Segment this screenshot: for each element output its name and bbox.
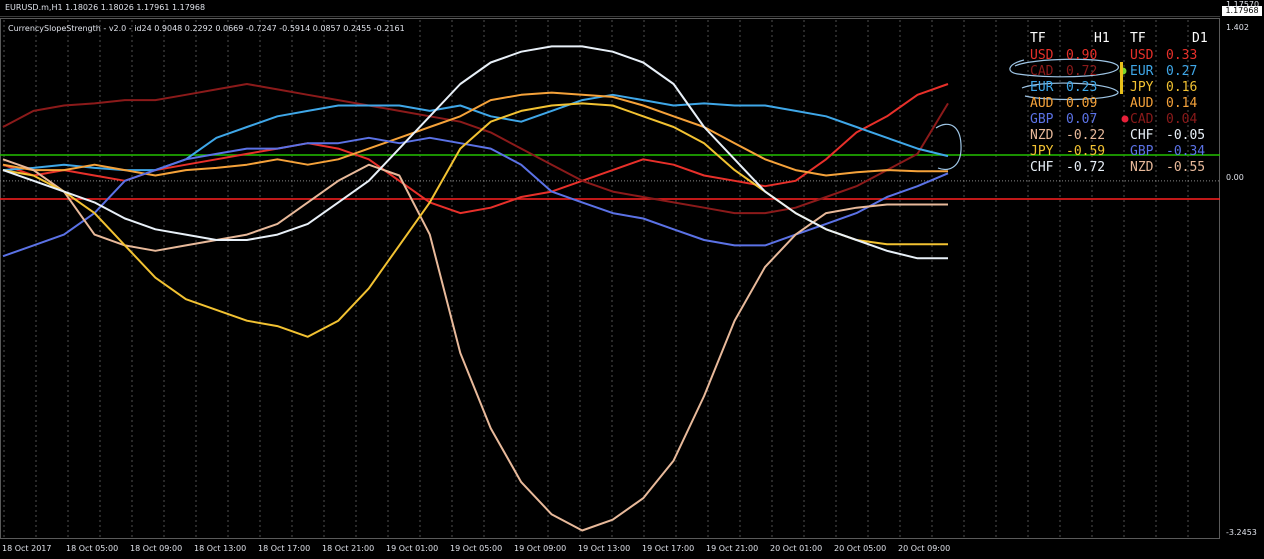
table-header: TF	[1130, 31, 1146, 46]
time-label: 19 Oct 01:00	[386, 544, 439, 553]
table-header: TF	[1030, 31, 1046, 46]
d1-strength-value: 0.16	[1166, 80, 1198, 95]
scale-zero-label: 0.00	[1226, 173, 1244, 182]
d1-currency-label: CHF	[1130, 128, 1154, 143]
marker-dot-red	[1121, 115, 1129, 123]
d1-currency-label: EUR	[1130, 64, 1154, 79]
d1-strength-value: 0.04	[1166, 112, 1198, 127]
time-label: 20 Oct 01:00	[770, 544, 823, 553]
d1-currency-label: NZD	[1130, 160, 1154, 175]
time-label: 19 Oct 05:00	[450, 544, 503, 553]
h1-currency-label: CHF	[1030, 160, 1054, 175]
scale-bottom-label: -3.2453	[1226, 528, 1257, 537]
d1-currency-label: USD	[1130, 48, 1154, 63]
time-label: 18 Oct 13:00	[194, 544, 247, 553]
h1-strength-value: -0.59	[1066, 144, 1106, 159]
series-line-nzd	[2, 158, 948, 532]
d1-strength-value: -0.34	[1166, 144, 1206, 159]
annotation-loop[interactable]	[1009, 58, 1119, 78]
d1-strength-value: 0.33	[1166, 48, 1198, 63]
time-label: 20 Oct 09:00	[898, 544, 951, 553]
h1-strength-value: 0.90	[1066, 48, 1098, 63]
series-line-cad	[2, 83, 949, 215]
time-axis: 18 Oct 2017 18 Oct 05:00 18 Oct 09:00 18 Oc…	[0, 541, 1220, 559]
h1-strength-value: -0.72	[1066, 160, 1106, 175]
d1-currency-label: CAD	[1130, 112, 1154, 127]
h1-currency-label: CAD	[1030, 64, 1054, 79]
marker-bar	[1120, 62, 1123, 94]
h1-currency-label: AUD	[1030, 96, 1054, 111]
time-label: 18 Oct 2017	[2, 544, 52, 553]
scale-top-label: 1.402	[1226, 23, 1249, 32]
table-header: D1	[1192, 31, 1208, 46]
series-line-eur	[2, 93, 949, 172]
time-label: 18 Oct 09:00	[130, 544, 183, 553]
d1-strength-value: -0.05	[1166, 128, 1206, 143]
d1-strength-value: 0.14	[1166, 96, 1198, 111]
time-label: 19 Oct 21:00	[706, 544, 759, 553]
d1-strength-value: -0.55	[1166, 160, 1206, 175]
time-label: 20 Oct 05:00	[834, 544, 887, 553]
annotation-bracket[interactable]	[935, 123, 962, 171]
h1-strength-value: 0.09	[1066, 96, 1098, 111]
d1-currency-label: AUD	[1130, 96, 1154, 111]
h1-currency-label: JPY	[1030, 144, 1054, 159]
time-label: 19 Oct 13:00	[578, 544, 631, 553]
h1-currency-label: NZD	[1030, 128, 1054, 143]
h1-strength-value: -0.22	[1066, 128, 1106, 143]
h1-strength-value: 0.23	[1066, 80, 1098, 95]
time-label: 19 Oct 17:00	[642, 544, 695, 553]
h1-currency-label: USD	[1030, 48, 1054, 63]
d1-currency-label: GBP	[1130, 144, 1154, 159]
table-header: H1	[1094, 31, 1110, 46]
time-label: 18 Oct 21:00	[322, 544, 375, 553]
time-label: 18 Oct 05:00	[66, 544, 119, 553]
h1-strength-value: 0.07	[1066, 112, 1098, 127]
d1-strength-value: 0.27	[1166, 64, 1198, 79]
time-label: 18 Oct 17:00	[258, 544, 311, 553]
h1-strength-value: 0.72	[1066, 64, 1098, 79]
series-line-jpy	[2, 102, 948, 338]
indicator-title: CurrencySlopeStrength - v2.0 - id24 0.90…	[8, 24, 405, 33]
h1-currency-label: EUR	[1030, 80, 1054, 95]
series-line-usd	[2, 83, 949, 215]
d1-currency-label: JPY	[1130, 80, 1154, 95]
h1-currency-label: GBP	[1030, 112, 1054, 127]
time-label: 19 Oct 09:00	[514, 544, 567, 553]
